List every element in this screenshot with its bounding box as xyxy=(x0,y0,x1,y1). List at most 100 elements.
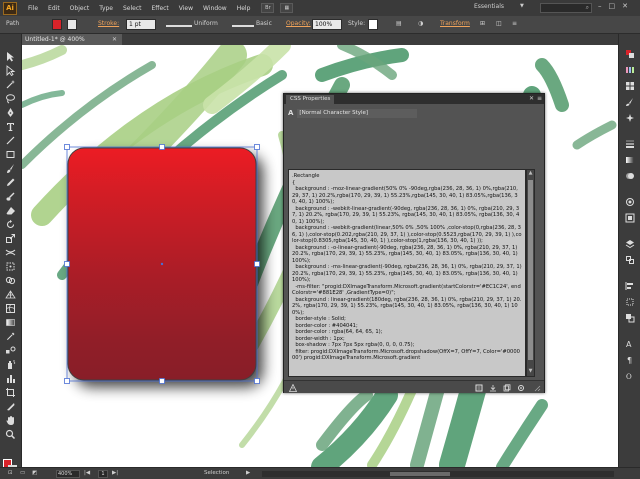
generate-css-icon[interactable] xyxy=(474,383,484,392)
menu-edit[interactable]: Edit xyxy=(43,5,65,12)
gradient-tool-icon[interactable] xyxy=(4,316,17,329)
minimize-icon[interactable]: – xyxy=(598,2,602,10)
close-icon[interactable]: ✕ xyxy=(529,94,534,104)
symbol-sprayer-tool-icon[interactable] xyxy=(4,358,17,371)
vertical-scrollbar[interactable]: ▲ ▼ xyxy=(526,169,535,377)
menu-type[interactable]: Type xyxy=(94,5,118,12)
stroke-weight-field[interactable]: 1 pt xyxy=(126,19,156,30)
resize-grip-icon[interactable] xyxy=(532,383,542,392)
scrollbar-thumb[interactable] xyxy=(390,472,450,476)
zoom-tool-icon[interactable] xyxy=(4,428,17,441)
align-panel-icon[interactable] xyxy=(624,280,636,292)
close-icon[interactable]: ✕ xyxy=(622,2,628,10)
menu-window[interactable]: Window xyxy=(198,5,232,12)
layers-icon[interactable] xyxy=(624,238,636,250)
appearance-icon[interactable] xyxy=(624,196,636,208)
css-properties-tab[interactable]: CSS Properties xyxy=(286,95,335,104)
panel-title-bar[interactable]: CSS Properties ✕ ≡ xyxy=(284,94,544,104)
status-icon[interactable]: ⊡ xyxy=(8,470,13,476)
width-tool-icon[interactable] xyxy=(4,246,17,259)
artboards-icon[interactable] xyxy=(624,254,636,266)
menu-effect[interactable]: Effect xyxy=(147,5,174,12)
arrange-documents-icon[interactable]: ▦ xyxy=(280,3,294,13)
warning-icon[interactable] xyxy=(288,383,298,392)
artboard-number-field[interactable]: 1 xyxy=(98,470,108,478)
perspective-grid-tool-icon[interactable] xyxy=(4,288,17,301)
align-icon[interactable]: ⊞ xyxy=(480,20,485,27)
scrollbar-thumb[interactable] xyxy=(528,180,533,360)
color-panel-icon[interactable] xyxy=(624,48,636,60)
rectangle-tool-icon[interactable] xyxy=(4,148,17,161)
rotate-tool-icon[interactable] xyxy=(4,218,17,231)
brushes-icon[interactable] xyxy=(624,96,636,108)
artboard-tool-icon[interactable] xyxy=(4,386,17,399)
shape-builder-tool-icon[interactable] xyxy=(4,274,17,287)
menu-view[interactable]: View xyxy=(174,5,198,12)
horizontal-scrollbar[interactable] xyxy=(262,471,614,477)
eraser-tool-icon[interactable] xyxy=(4,204,17,217)
scroll-down-icon[interactable]: ▼ xyxy=(527,368,534,376)
graphic-styles-icon[interactable] xyxy=(624,212,636,224)
opacity-link[interactable]: Opacity: xyxy=(286,20,311,27)
gradient-panel-icon[interactable] xyxy=(624,154,636,166)
css-code-view[interactable]: .Rectangle { background : -moz-linear-gr… xyxy=(288,169,526,377)
scale-tool-icon[interactable] xyxy=(4,232,17,245)
fill-color-swatch[interactable] xyxy=(52,19,62,30)
menu-file[interactable]: File xyxy=(23,5,43,12)
type-tool-icon[interactable] xyxy=(4,120,17,133)
pathfinder-icon[interactable] xyxy=(624,312,636,324)
hand-tool-icon[interactable] xyxy=(4,414,17,427)
zoom-field[interactable]: 400% xyxy=(56,470,80,478)
isolate-icon[interactable]: ◫ xyxy=(496,20,502,27)
blend-tool-icon[interactable] xyxy=(4,344,17,357)
lasso-tool-icon[interactable] xyxy=(4,92,17,105)
menu-help[interactable]: Help xyxy=(232,5,256,12)
stroke-color-swatch[interactable] xyxy=(67,19,77,30)
transparency-icon[interactable] xyxy=(624,170,636,182)
selection-tool-icon[interactable] xyxy=(4,50,17,63)
stroke-profile-label[interactable]: Uniform xyxy=(194,20,218,27)
chevron-down-icon[interactable]: ▼ xyxy=(520,3,524,9)
paragraph-icon[interactable]: ¶ xyxy=(624,354,636,366)
close-icon[interactable]: ✕ xyxy=(112,34,117,45)
transform-panel-icon[interactable] xyxy=(624,296,636,308)
workspace-switcher[interactable]: Essentials xyxy=(474,3,504,10)
maximize-icon[interactable]: □ xyxy=(609,2,616,10)
paintbrush-tool-icon[interactable] xyxy=(4,162,17,175)
copy-css-icon[interactable] xyxy=(502,383,512,392)
eyedropper-tool-icon[interactable] xyxy=(4,330,17,343)
style-swatch[interactable] xyxy=(368,19,378,30)
first-artboard-icon[interactable]: |◀ xyxy=(84,470,90,476)
panel-menu-icon[interactable]: ≡ xyxy=(537,94,542,104)
screen-mode-icon[interactable]: ▭ xyxy=(20,470,25,476)
bridge-icon[interactable]: Br xyxy=(261,3,275,13)
opacity-field[interactable]: 100% xyxy=(312,19,342,30)
next-artboard-icon[interactable]: ▶| xyxy=(112,470,118,476)
character-style-name[interactable]: [Normal Character Style] xyxy=(297,108,418,118)
pen-tool-icon[interactable] xyxy=(4,106,17,119)
color-guide-icon[interactable] xyxy=(624,64,636,76)
line-segment-tool-icon[interactable] xyxy=(4,134,17,147)
direct-selection-tool-icon[interactable] xyxy=(4,64,17,77)
magic-wand-tool-icon[interactable] xyxy=(4,78,17,91)
transform-link[interactable]: Transform xyxy=(440,20,470,27)
free-transform-tool-icon[interactable] xyxy=(4,260,17,273)
doc-setup-icon[interactable]: ▤ xyxy=(396,20,402,27)
menu-object[interactable]: Object xyxy=(65,5,95,12)
scroll-up-icon[interactable]: ▲ xyxy=(527,170,534,178)
pencil-tool-icon[interactable] xyxy=(4,176,17,189)
blob-brush-tool-icon[interactable] xyxy=(4,190,17,203)
stroke-link[interactable]: Stroke: xyxy=(98,20,119,27)
column-graph-tool-icon[interactable] xyxy=(4,372,17,385)
current-tool-label[interactable]: Selection xyxy=(204,470,229,476)
panel-menu-icon[interactable]: ≡ xyxy=(512,20,517,27)
stroke-panel-icon[interactable] xyxy=(624,138,636,150)
mesh-tool-icon[interactable] xyxy=(4,302,17,315)
search-input[interactable]: ⌕ xyxy=(540,3,592,13)
character-icon[interactable]: A xyxy=(624,338,636,350)
settings-icon[interactable] xyxy=(516,383,526,392)
export-css-icon[interactable] xyxy=(488,383,498,392)
slice-tool-icon[interactable] xyxy=(4,400,17,413)
draw-mode-icon[interactable]: ◩ xyxy=(32,470,37,476)
status-menu-icon[interactable]: ▶ xyxy=(246,470,250,476)
